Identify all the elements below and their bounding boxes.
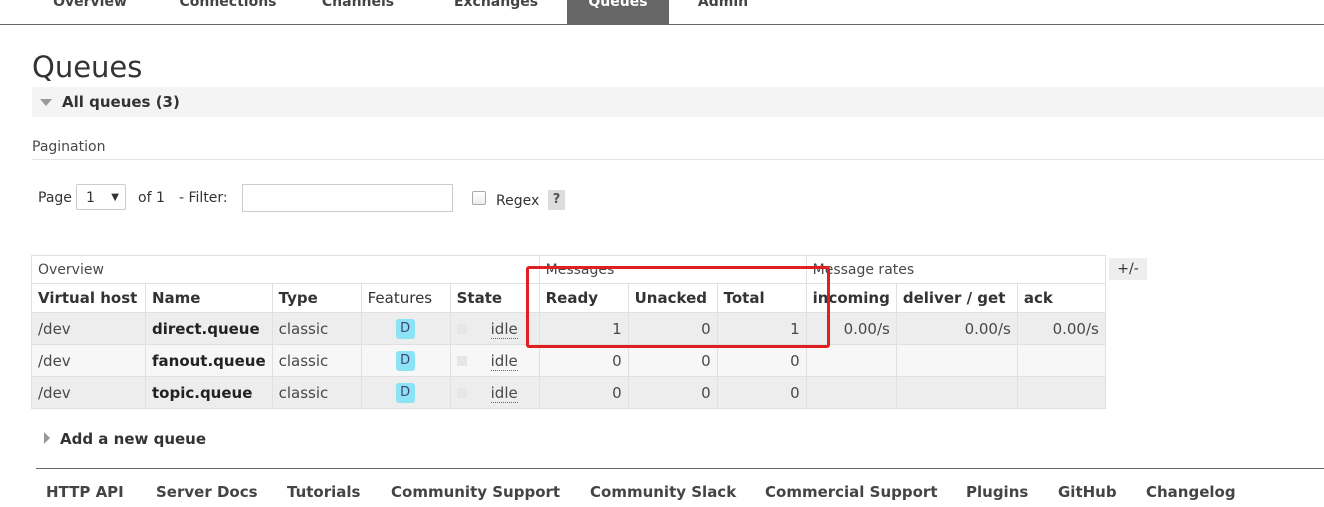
feature-durable-badge: D (395, 351, 415, 371)
col-type[interactable]: Type (271, 283, 362, 313)
footer-link-github[interactable]: GitHub (1058, 483, 1117, 501)
col-ack[interactable]: ack (1016, 283, 1106, 313)
cell-total: 0 (716, 344, 807, 377)
footer-link-commercial-support[interactable]: Commercial Support (765, 483, 938, 501)
group-message-rates: Message rates (805, 255, 1106, 284)
cell-state: idle (490, 383, 518, 403)
page-select[interactable]: 1 ▼ (76, 184, 126, 210)
cell-ack (1016, 344, 1106, 377)
feature-durable-badge: D (395, 383, 415, 403)
filter-label: - Filter: (179, 190, 228, 206)
cell-vhost: /dev (31, 344, 146, 377)
queues-table: Overview Messages Message rates Virtual … (31, 255, 1106, 409)
state-idle-icon (456, 324, 467, 334)
collapse-triangle-icon (40, 99, 52, 106)
cell-unacked: 0 (627, 312, 718, 345)
footer-link-changelog[interactable]: Changelog (1146, 483, 1236, 501)
footer-link-tutorials[interactable]: Tutorials (287, 483, 360, 501)
cell-deliver-get: 0.00/s (895, 312, 1018, 345)
queue-name-link[interactable]: topic.queue (145, 376, 273, 409)
footer: HTTP API Server Docs Tutorials Community… (36, 468, 1324, 507)
page-label: Page (38, 190, 72, 206)
cell-incoming (805, 344, 897, 377)
cell-type: classic (271, 376, 362, 409)
queue-name-link[interactable]: fanout.queue (145, 344, 273, 377)
col-deliver-get[interactable]: deliver / get (895, 283, 1018, 313)
cell-incoming: 0.00/s (805, 312, 897, 345)
footer-link-server-docs[interactable]: Server Docs (156, 483, 258, 501)
main-nav: Overview Connections Channels Exchanges … (0, 0, 1324, 25)
footer-link-community-slack[interactable]: Community Slack (590, 483, 736, 501)
tab-overview[interactable]: Overview (36, 0, 144, 24)
col-unacked[interactable]: Unacked (627, 283, 718, 313)
cell-state: idle (490, 319, 518, 339)
section-label: All queues (3) (62, 93, 180, 111)
tab-connections[interactable]: Connections (160, 0, 296, 24)
page-select-value: 1 (86, 190, 95, 206)
state-idle-icon (456, 388, 467, 398)
cell-type: classic (271, 344, 362, 377)
column-toggle-button[interactable]: +/- (1109, 258, 1147, 280)
footer-link-community-support[interactable]: Community Support (391, 483, 560, 501)
cell-type: classic (271, 312, 362, 345)
expand-triangle-icon (44, 432, 50, 444)
table-row: /dev direct.queue classic D idle 1 0 1 0… (31, 312, 1106, 345)
page-count-label: of 1 (138, 190, 165, 206)
filter-input[interactable] (242, 184, 453, 212)
footer-link-http-api[interactable]: HTTP API (46, 483, 124, 501)
col-state[interactable]: State (449, 283, 540, 313)
all-queues-toggle[interactable]: All queues (3) (32, 87, 1324, 117)
cell-ready: 1 (538, 312, 629, 345)
table-row: /dev topic.queue classic D idle 0 0 0 (31, 376, 1106, 409)
group-overview: Overview (31, 255, 540, 284)
cell-ack: 0.00/s (1016, 312, 1106, 345)
feature-durable-badge: D (395, 319, 415, 339)
col-ready[interactable]: Ready (538, 283, 629, 313)
col-features: Features (360, 283, 451, 313)
regex-checkbox[interactable] (472, 191, 486, 205)
queue-name-link[interactable]: direct.queue (145, 312, 273, 345)
col-name[interactable]: Name (145, 283, 273, 313)
cell-total: 1 (716, 312, 807, 345)
chevron-down-icon: ▼ (111, 192, 119, 203)
footer-link-plugins[interactable]: Plugins (966, 483, 1028, 501)
tab-queues[interactable]: Queues (567, 0, 669, 24)
tab-admin[interactable]: Admin (678, 0, 768, 24)
cell-deliver-get (895, 376, 1018, 409)
col-total[interactable]: Total (716, 283, 807, 313)
state-idle-icon (456, 356, 467, 366)
table-row: /dev fanout.queue classic D idle 0 0 0 (31, 344, 1106, 377)
cell-incoming (805, 376, 897, 409)
cell-total: 0 (716, 376, 807, 409)
cell-unacked: 0 (627, 344, 718, 377)
cell-deliver-get (895, 344, 1018, 377)
cell-vhost: /dev (31, 376, 146, 409)
tab-exchanges[interactable]: Exchanges (436, 0, 556, 24)
cell-state: idle (490, 351, 518, 371)
cell-ack (1016, 376, 1106, 409)
page-title: Queues (32, 50, 143, 84)
regex-label: Regex (496, 193, 540, 209)
pagination-heading: Pagination (32, 139, 1324, 160)
cell-unacked: 0 (627, 376, 718, 409)
col-virtual-host[interactable]: Virtual host (31, 283, 146, 313)
group-messages: Messages (538, 255, 807, 284)
cell-vhost: /dev (31, 312, 146, 345)
cell-ready: 0 (538, 344, 629, 377)
col-incoming[interactable]: incoming (805, 283, 897, 313)
add-queue-toggle[interactable]: Add a new queue (44, 430, 206, 448)
help-button[interactable]: ? (548, 190, 565, 210)
add-queue-label: Add a new queue (60, 430, 207, 448)
tab-channels[interactable]: Channels (300, 0, 416, 24)
cell-ready: 0 (538, 376, 629, 409)
